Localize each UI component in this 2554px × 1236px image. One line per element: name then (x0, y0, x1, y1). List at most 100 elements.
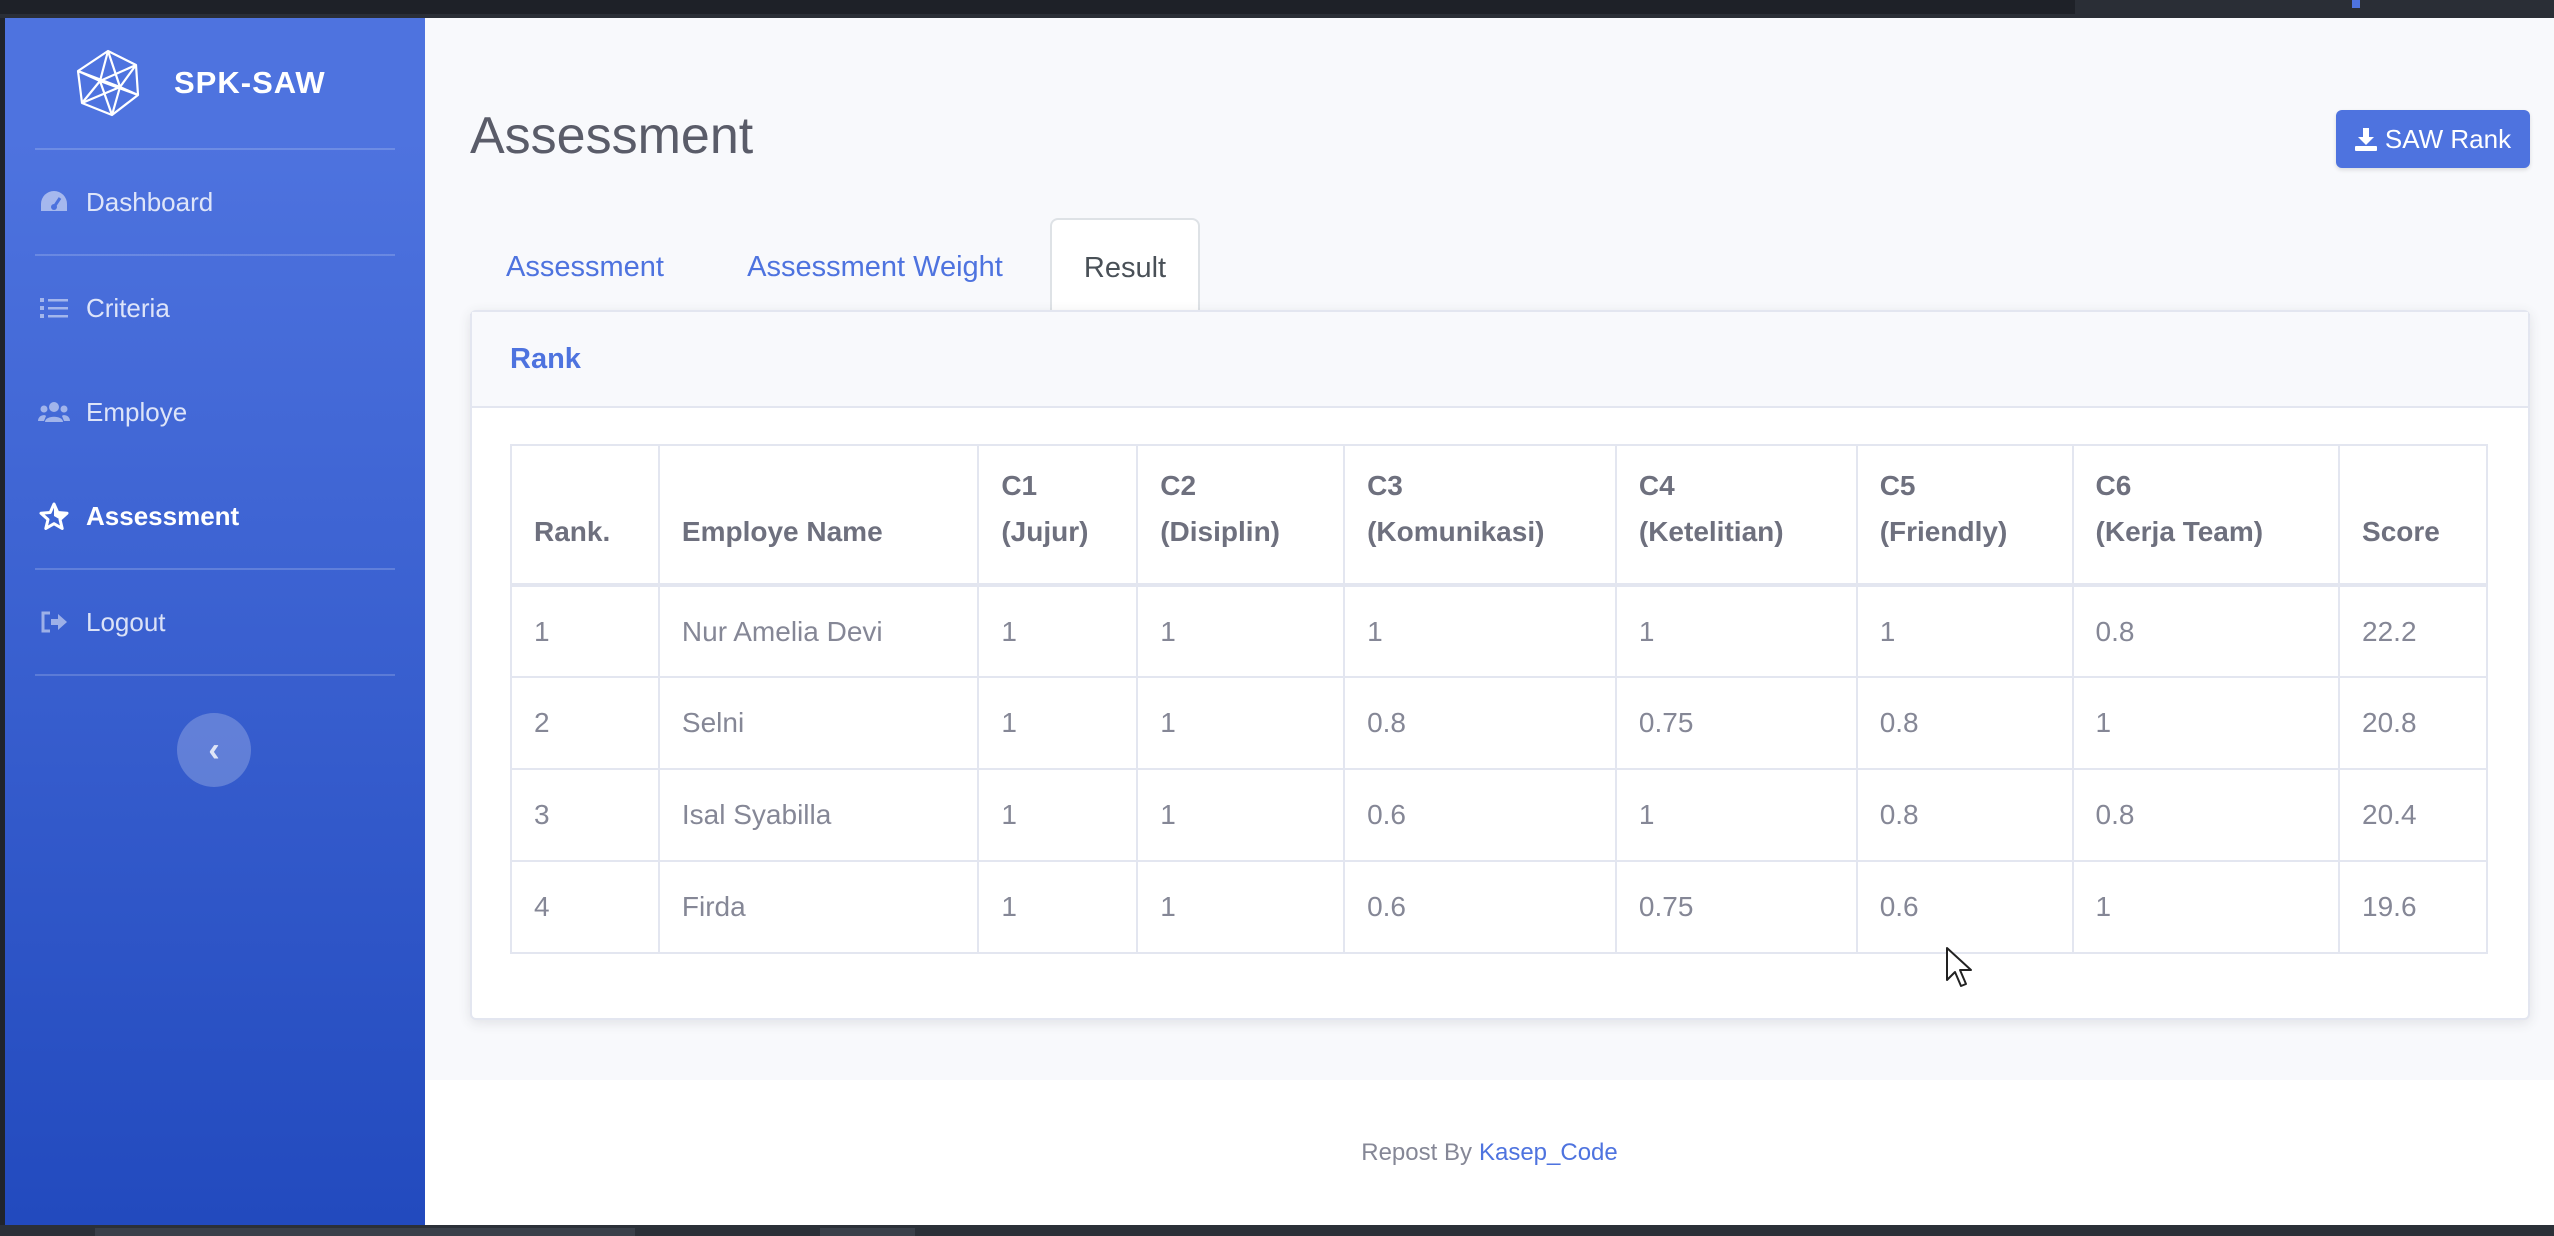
sidebar-item-label: Employe (86, 396, 188, 427)
sidebar-item-label: Logout (86, 606, 166, 637)
c4-cell: 0.75 (1614, 676, 1858, 770)
c6-cell: 0.8 (2071, 768, 2341, 862)
taskbar-segment (95, 1228, 635, 1236)
c2-cell: 1 (1136, 676, 1346, 770)
window-top-strip (0, 0, 2554, 18)
c1-cell: 1 (977, 676, 1139, 770)
column-header-code: C6 (2095, 470, 2132, 501)
sidebar-item-criteria[interactable]: Criteria (5, 256, 425, 360)
tachometer-icon (37, 185, 71, 219)
table-row: 1 Nur Amelia Devi 1 1 1 1 1 0.8 22.2 (510, 584, 2488, 678)
c2-cell: 1 (1136, 768, 1346, 862)
saw-rank-button[interactable]: SAW Rank (2336, 110, 2530, 168)
main-content: Assessment SAW Rank Assessment Assessmen… (425, 18, 2554, 1225)
list-icon (37, 291, 71, 325)
sidebar-item-dashboard[interactable]: Dashboard (5, 150, 425, 254)
employee-name-cell: Selni (657, 676, 980, 770)
rank-cell: 3 (510, 768, 660, 862)
window-top-indicator (2352, 0, 2360, 8)
column-header-label: Employe Name (681, 516, 883, 547)
column-header[interactable]: Score (2338, 444, 2488, 586)
footer-text: Repost By (1361, 1138, 1472, 1166)
c5-cell: 0.8 (1855, 768, 2074, 862)
rank-cell: 2 (510, 676, 660, 770)
column-header-criterion: (Jujur) (1001, 516, 1089, 547)
page-title: Assessment (470, 107, 754, 165)
sidebar-item-label: Criteria (86, 292, 170, 323)
employee-name-cell: Firda (657, 860, 980, 954)
c5-cell: 0.8 (1855, 676, 2074, 770)
footer-author-link[interactable]: Kasep_Code (1479, 1139, 1618, 1167)
tab-assessment-weight[interactable]: Assessment Weight (700, 218, 1050, 316)
employee-name-cell: Isal Syabilla (657, 768, 980, 862)
column-header-criterion: (Kerja Team) (2095, 516, 2264, 547)
column-header-label: Rank. (534, 516, 611, 547)
table-header-row: Rank. Employe Name C1 (Jujur) C2 (Disiplin… (510, 444, 2488, 586)
column-header-criterion: (Disiplin) (1160, 516, 1280, 547)
star-icon (37, 499, 71, 533)
brand-link[interactable]: SPK-SAW (5, 18, 425, 148)
column-header-criterion: (Friendly) (1879, 516, 2008, 547)
card-title: Rank (472, 312, 2528, 408)
sidebar-toggle-button[interactable]: ‹ (177, 713, 251, 787)
employee-name-cell: Nur Amelia Devi (657, 584, 980, 678)
column-header[interactable]: C3 (Komunikasi) (1343, 444, 1617, 586)
users-icon (37, 395, 71, 429)
rank-cell: 4 (510, 860, 660, 954)
sidebar-item-logout[interactable]: Logout (5, 570, 425, 674)
c6-cell: 1 (2071, 676, 2341, 770)
saw-rank-label: SAW Rank (2384, 123, 2512, 154)
footer: Repost By Kasep_Code (425, 1080, 2554, 1225)
c4-cell: 0.75 (1614, 860, 1858, 954)
taskbar (0, 1225, 2554, 1236)
sign-out-icon (37, 605, 71, 639)
sidebar: SPK-SAW Dashboard Criteria Employe Asses… (5, 18, 425, 1225)
c4-cell: 1 (1614, 584, 1858, 678)
sidebar-item-label: Dashboard (86, 186, 214, 217)
chevron-left-icon: ‹ (208, 730, 220, 769)
c6-cell: 1 (2071, 860, 2341, 954)
sidebar-item-employe[interactable]: Employe (5, 360, 425, 464)
column-header-code: C4 (1638, 470, 1675, 501)
mouse-cursor-icon (1946, 947, 1972, 987)
column-header[interactable]: C5 (Friendly) (1855, 444, 2074, 586)
column-header-label: Score (2362, 516, 2440, 547)
column-header-code: C3 (1367, 470, 1403, 501)
column-header[interactable]: C6 (Kerja Team) (2071, 444, 2341, 586)
c1-cell: 1 (977, 768, 1139, 862)
c1-cell: 1 (977, 860, 1139, 954)
c3-cell: 0.6 (1343, 860, 1617, 954)
column-header[interactable]: Rank. (510, 444, 660, 586)
column-header-criterion: (Komunikasi) (1367, 516, 1545, 547)
column-header[interactable]: Employe Name (657, 444, 980, 586)
taskbar-segment (820, 1228, 915, 1236)
tab-assessment[interactable]: Assessment (470, 218, 700, 316)
column-header[interactable]: C2 (Disiplin) (1136, 444, 1346, 586)
c5-cell: 0.6 (1855, 860, 2074, 954)
column-header[interactable]: C4 (Ketelitian) (1614, 444, 1858, 586)
c6-cell: 0.8 (2071, 584, 2341, 678)
c3-cell: 0.6 (1343, 768, 1617, 862)
sidebar-item-assessment[interactable]: Assessment (5, 464, 425, 568)
column-header-criterion: (Ketelitian) (1638, 516, 1784, 547)
column-header-code: C2 (1160, 470, 1197, 501)
column-header-code: C1 (1001, 470, 1038, 501)
c3-cell: 0.8 (1343, 676, 1617, 770)
app-window: SPK-SAW Dashboard Criteria Employe Asses… (5, 18, 2554, 1225)
column-header[interactable]: C1 (Jujur) (977, 444, 1139, 586)
score-cell: 20.4 (2338, 768, 2488, 862)
c2-cell: 1 (1136, 860, 1346, 954)
sidebar-item-label: Assessment (86, 500, 240, 531)
score-cell: 19.6 (2338, 860, 2488, 954)
table-row: 4 Firda 1 1 0.6 0.75 0.6 1 19.6 (510, 860, 2488, 954)
score-cell: 20.8 (2338, 676, 2488, 770)
window-top-bar (0, 0, 2075, 14)
score-cell: 22.2 (2338, 584, 2488, 678)
network-globe-icon (76, 49, 140, 117)
c2-cell: 1 (1136, 584, 1346, 678)
column-header-code: C5 (1879, 470, 1916, 501)
download-icon (2354, 127, 2377, 151)
c1-cell: 1 (977, 584, 1139, 678)
table-row: 2 Selni 1 1 0.8 0.75 0.8 1 20.8 (510, 676, 2488, 770)
tab-result[interactable]: Result (1050, 218, 1200, 318)
